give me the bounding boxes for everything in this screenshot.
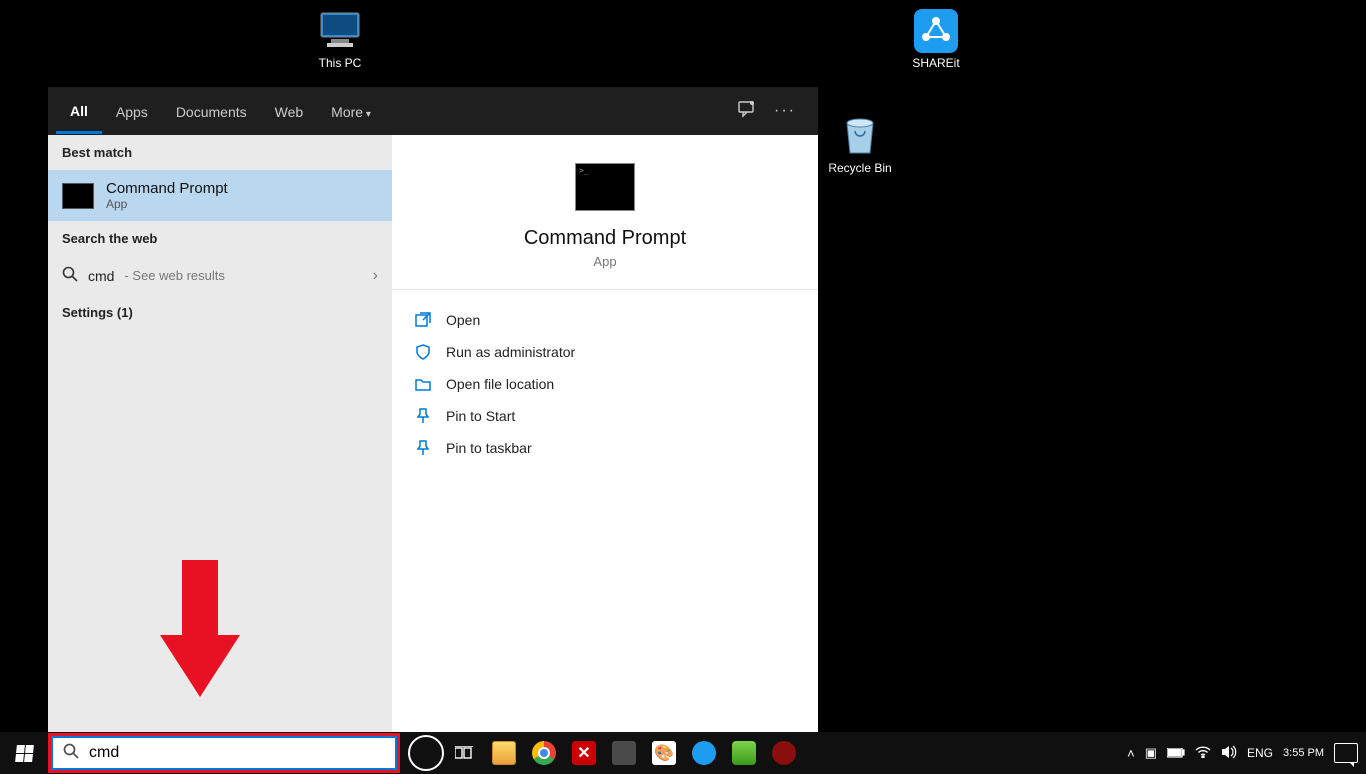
search-tabs: All Apps Documents Web More ···	[48, 87, 818, 135]
taskbar-app-red[interactable]: ✕	[564, 732, 604, 774]
cortana-button[interactable]	[408, 735, 444, 771]
tab-all[interactable]: All	[56, 89, 102, 134]
monitor-icon	[316, 10, 364, 52]
tray-wifi-icon[interactable]	[1195, 746, 1211, 761]
taskbar-search-box[interactable]	[51, 736, 397, 770]
action-label: Run as administrator	[446, 344, 575, 360]
tray-battery-icon[interactable]	[1167, 746, 1185, 761]
recycle-bin-icon	[836, 115, 884, 157]
desktop-icon-label: SHAREit	[896, 56, 976, 70]
web-result-query: cmd	[88, 268, 114, 284]
taskbar-app-green[interactable]	[724, 732, 764, 774]
tray-onedrive-icon[interactable]: ▣	[1145, 745, 1157, 761]
tab-web[interactable]: Web	[261, 90, 318, 132]
tray-volume-icon[interactable]	[1221, 745, 1237, 762]
command-prompt-icon	[575, 163, 635, 211]
action-label: Open	[446, 312, 480, 328]
pin-icon	[414, 439, 432, 457]
search-web-header: Search the web	[48, 221, 392, 256]
desktop-icon-recycle-bin[interactable]: Recycle Bin	[820, 115, 900, 175]
tray-show-hidden-icon[interactable]: ˄	[1127, 746, 1135, 761]
taskbar-app-file-explorer[interactable]	[484, 732, 524, 774]
tab-documents[interactable]: Documents	[162, 90, 261, 132]
search-icon	[62, 266, 78, 285]
action-pin-to-taskbar[interactable]: Pin to taskbar	[414, 432, 796, 464]
preview-title: Command Prompt	[524, 227, 686, 250]
feedback-icon[interactable]	[738, 100, 756, 123]
action-label: Open file location	[446, 376, 554, 392]
action-center-icon[interactable]	[1334, 743, 1358, 763]
web-result-cmd[interactable]: cmd - See web results ›	[48, 256, 392, 295]
shareit-icon	[912, 10, 960, 52]
chevron-right-icon: ›	[373, 267, 378, 285]
system-tray: ˄ ▣ ENG 3:55 PM	[1127, 743, 1366, 763]
more-options-icon[interactable]: ···	[774, 102, 796, 120]
shield-icon	[414, 343, 432, 361]
web-result-hint: - See web results	[124, 268, 224, 283]
desktop-icon-shareit[interactable]: SHAREit	[896, 10, 976, 70]
taskbar: ✕ 🎨 ˄ ▣ ENG 3:55 PM	[0, 732, 1366, 774]
best-match-header: Best match	[48, 135, 392, 170]
pin-icon	[414, 407, 432, 425]
settings-header[interactable]: Settings (1)	[48, 295, 392, 330]
folder-icon	[414, 375, 432, 393]
action-run-as-administrator[interactable]: Run as administrator	[414, 336, 796, 368]
preview-subtitle: App	[593, 254, 616, 269]
action-label: Pin to taskbar	[446, 440, 532, 456]
best-match-command-prompt[interactable]: Command Prompt App	[48, 170, 392, 221]
best-match-title: Command Prompt	[106, 180, 228, 197]
task-view-button[interactable]	[444, 732, 484, 774]
search-icon	[63, 743, 79, 763]
taskbar-app-utility[interactable]	[604, 732, 644, 774]
search-preview-pane: Command Prompt App Open Run as administr…	[392, 135, 818, 732]
tab-more[interactable]: More	[317, 90, 385, 132]
taskbar-app-paint[interactable]: 🎨	[644, 732, 684, 774]
desktop-icon-label: Recycle Bin	[820, 161, 900, 175]
annotation-arrow	[160, 560, 240, 710]
tray-clock[interactable]: 3:55 PM	[1283, 747, 1324, 760]
best-match-subtitle: App	[106, 197, 228, 211]
action-open-file-location[interactable]: Open file location	[414, 368, 796, 400]
annotation-highlight	[48, 733, 400, 773]
desktop-icon-label: This PC	[300, 56, 380, 70]
action-pin-to-start[interactable]: Pin to Start	[414, 400, 796, 432]
start-button[interactable]	[0, 732, 48, 774]
tab-apps[interactable]: Apps	[102, 90, 162, 132]
desktop-icon-this-pc[interactable]: This PC	[300, 10, 380, 70]
taskbar-app-blue[interactable]	[684, 732, 724, 774]
action-open[interactable]: Open	[414, 304, 796, 336]
taskbar-app-chrome[interactable]	[524, 732, 564, 774]
taskbar-app-dark-red[interactable]	[764, 732, 804, 774]
action-label: Pin to Start	[446, 408, 515, 424]
command-prompt-icon	[62, 183, 94, 209]
tray-language[interactable]: ENG	[1247, 746, 1273, 760]
windows-logo-icon	[15, 745, 34, 762]
open-icon	[414, 311, 432, 329]
search-input[interactable]	[89, 744, 385, 762]
